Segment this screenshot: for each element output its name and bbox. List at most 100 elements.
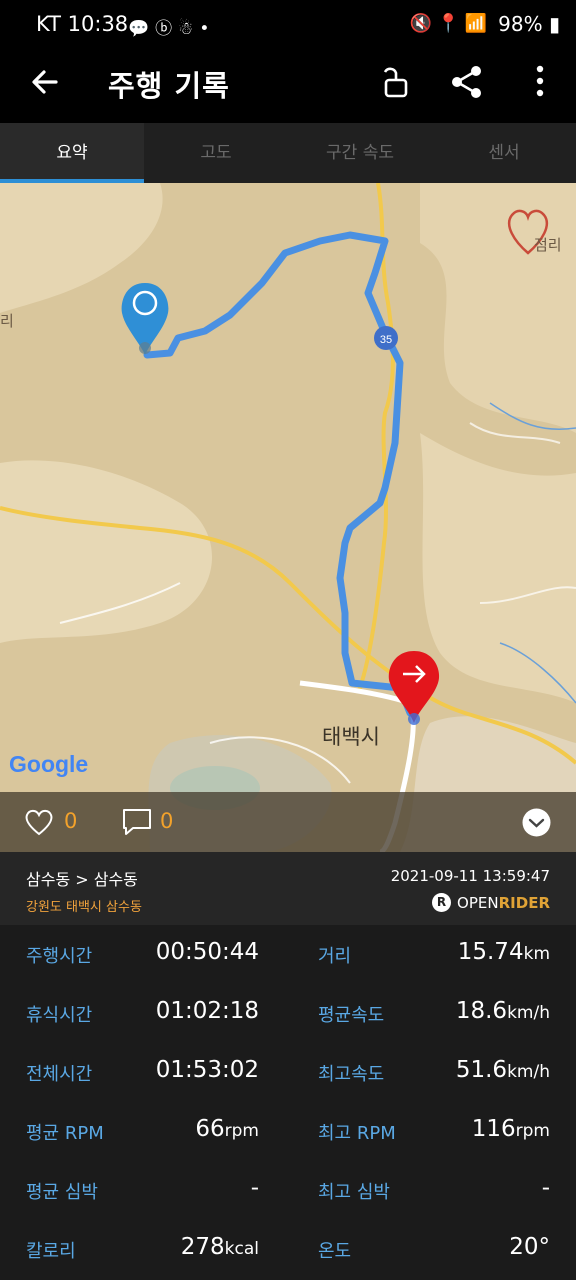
google-logo: Google bbox=[9, 751, 89, 777]
unlock-icon[interactable] bbox=[375, 62, 415, 102]
stat-value: 18.6km/h bbox=[456, 998, 550, 1024]
brand-rider: RIDER bbox=[498, 893, 550, 912]
stat-label: 휴식시간 bbox=[26, 1005, 93, 1026]
stat-avg-heart-rate: 평균 심박 - bbox=[26, 1161, 259, 1220]
stat-value: - bbox=[251, 1175, 259, 1201]
map-label-edge: 리 bbox=[0, 312, 14, 330]
tab-bar: 요약 고도 구간 속도 센서 bbox=[0, 123, 576, 183]
comment-icon[interactable] bbox=[121, 807, 153, 837]
map-label-city: 태백시 bbox=[322, 725, 380, 749]
stat-label: 최고속도 bbox=[318, 1064, 385, 1085]
comment-count: 0 bbox=[160, 809, 174, 833]
openrider-logo-icon: R bbox=[432, 893, 452, 912]
battery-icon: ▮ bbox=[548, 12, 560, 36]
stat-number: 51.6 bbox=[455, 1057, 508, 1083]
stat-value: 278kcal bbox=[181, 1234, 259, 1260]
ride-info: 삼수동 > 삼수동 강원도 태백시 삼수동 2021-09-11 13:59:4… bbox=[0, 852, 576, 925]
stat-label: 주행시간 bbox=[26, 946, 93, 967]
stat-max-rpm: 최고 RPM 116rpm bbox=[318, 1102, 550, 1161]
stat-number: 116 bbox=[471, 1116, 516, 1142]
stat-number: 20° bbox=[509, 1234, 550, 1260]
status-time: KT 10:38 bbox=[36, 12, 129, 36]
road-badge: 35 bbox=[374, 326, 398, 350]
share-icon[interactable] bbox=[447, 62, 487, 102]
route-map[interactable]: 35 점리 리 태백시 Google bbox=[0, 183, 576, 852]
stat-unit: km/h bbox=[507, 1003, 550, 1023]
stat-label: 칼로리 bbox=[26, 1241, 76, 1262]
battery-percent: 98% bbox=[498, 12, 543, 36]
stat-number: 00:50:44 bbox=[155, 939, 259, 965]
stat-number: - bbox=[250, 1175, 259, 1201]
stat-value: - bbox=[542, 1175, 550, 1201]
stat-calories: 칼로리 278kcal bbox=[26, 1220, 259, 1279]
like-heart-icon[interactable] bbox=[24, 807, 54, 837]
stat-avg-speed: 평균속도 18.6km/h bbox=[318, 984, 550, 1043]
stat-rest-time: 휴식시간 01:02:18 bbox=[26, 984, 259, 1043]
region-name: 강원도 태백시 삼수동 bbox=[26, 900, 142, 915]
stat-label: 평균속도 bbox=[318, 1005, 385, 1026]
stat-label: 평균 심박 bbox=[26, 1182, 98, 1203]
stat-value: 66rpm bbox=[195, 1116, 259, 1142]
wifi-icon: 📶 bbox=[464, 13, 492, 34]
stat-label: 평균 RPM bbox=[26, 1123, 104, 1144]
tab-segment-speed[interactable]: 구간 속도 bbox=[288, 123, 432, 183]
stat-number: 66 bbox=[195, 1116, 225, 1142]
stat-unit: rpm bbox=[515, 1121, 550, 1141]
stats-grid: 주행시간 00:50:44 거리 15.74km 휴식시간 01:02:18 평… bbox=[0, 925, 576, 1280]
location-icon: 📍 bbox=[437, 13, 465, 34]
like-count: 0 bbox=[64, 809, 78, 833]
stat-label: 거리 bbox=[318, 946, 352, 967]
stat-value: 20° bbox=[509, 1234, 550, 1260]
tab-summary[interactable]: 요약 bbox=[0, 123, 144, 183]
stat-avg-rpm: 평균 RPM 66rpm bbox=[26, 1102, 259, 1161]
social-bar: 0 0 bbox=[0, 792, 576, 852]
alien-icon: ☃ bbox=[178, 19, 200, 39]
tab-sensor[interactable]: 센서 bbox=[432, 123, 576, 183]
map-label-village: 점리 bbox=[534, 236, 562, 254]
stat-value: 00:50:44 bbox=[156, 939, 259, 965]
stat-riding-time: 주행시간 00:50:44 bbox=[26, 925, 259, 984]
expand-chevron-icon[interactable] bbox=[522, 808, 551, 837]
stat-number: - bbox=[541, 1175, 550, 1201]
status-bar: KT 10:38 💬ⓑ☃• 🔇📍📶 98% ▮ bbox=[0, 0, 576, 50]
stat-label: 온도 bbox=[318, 1241, 352, 1262]
stat-value: 15.74km bbox=[458, 939, 550, 965]
stat-number: 01:02:18 bbox=[155, 998, 259, 1024]
stat-value: 01:53:02 bbox=[156, 1057, 259, 1083]
stat-max-heart-rate: 최고 심박 - bbox=[318, 1161, 550, 1220]
notification-icons: 💬ⓑ☃• bbox=[128, 14, 215, 39]
system-icons: 🔇📍📶 bbox=[410, 13, 492, 34]
stat-label: 최고 심박 bbox=[318, 1182, 390, 1203]
b-icon: ⓑ bbox=[155, 19, 179, 39]
stat-unit: kcal bbox=[224, 1239, 259, 1259]
stat-number: 01:53:02 bbox=[155, 1057, 259, 1083]
brand-open: OPEN bbox=[457, 893, 499, 912]
dot-icon: • bbox=[199, 19, 216, 39]
route-name: 삼수동 > 삼수동 bbox=[26, 870, 138, 889]
back-arrow-icon[interactable] bbox=[26, 62, 66, 102]
talk-icon: 💬 bbox=[128, 19, 156, 39]
stat-label: 최고 RPM bbox=[318, 1123, 396, 1144]
mute-icon: 🔇 bbox=[409, 13, 438, 34]
more-options-icon[interactable] bbox=[520, 62, 560, 102]
stat-max-speed: 최고속도 51.6km/h bbox=[318, 1043, 550, 1102]
page-title: 주행 기록 bbox=[108, 69, 230, 103]
stat-unit: km/h bbox=[507, 1062, 550, 1082]
stat-value: 01:02:18 bbox=[156, 998, 259, 1024]
stat-temperature: 온도 20° bbox=[318, 1220, 550, 1279]
stat-number: 15.74 bbox=[457, 939, 524, 965]
svg-text:35: 35 bbox=[380, 334, 392, 346]
stat-unit: rpm bbox=[224, 1121, 259, 1141]
ride-datetime: 2021-09-11 13:59:47 bbox=[390, 867, 550, 885]
battery-indicator: 98% ▮ bbox=[498, 12, 560, 36]
stat-number: 278 bbox=[180, 1234, 225, 1260]
stat-total-time: 전체시간 01:53:02 bbox=[26, 1043, 259, 1102]
stat-label: 전체시간 bbox=[26, 1064, 93, 1085]
stat-unit: km bbox=[523, 944, 550, 964]
stat-value: 116rpm bbox=[472, 1116, 550, 1142]
tab-elevation[interactable]: 고도 bbox=[144, 123, 288, 183]
stat-value: 51.6km/h bbox=[456, 1057, 550, 1083]
openrider-brand: R OPENRIDER bbox=[432, 893, 550, 912]
stat-number: 18.6 bbox=[455, 998, 508, 1024]
stat-distance: 거리 15.74km bbox=[318, 925, 550, 984]
